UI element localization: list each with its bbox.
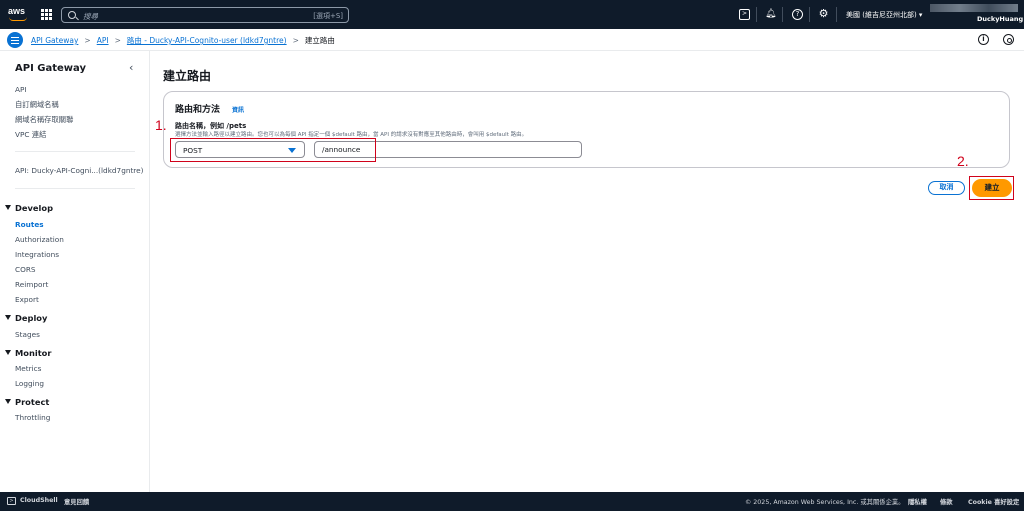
search-input[interactable]: 搜尋 [選項+S] <box>61 7 349 23</box>
breadcrumb: API Gateway > API > 路由 - Ducky-API-Cogni… <box>31 35 335 46</box>
sidebar-item-reimport[interactable]: Reimport <box>15 280 48 289</box>
search-placeholder: 搜尋 <box>83 12 98 21</box>
breadcrumb-api[interactable]: API <box>97 36 109 45</box>
sidebar-section-monitor[interactable]: Monitor <box>5 348 51 358</box>
sidebar-section-protect[interactable]: Protect <box>5 397 49 407</box>
cloudshell-icon[interactable]: > <box>739 9 750 20</box>
sidebar-item-stages[interactable]: Stages <box>15 330 40 339</box>
bell-icon[interactable]: 🔔︎ <box>765 9 776 20</box>
sidebar-item-export[interactable]: Export <box>15 295 39 304</box>
info-icon[interactable]: i <box>978 34 989 45</box>
card-heading: 路由和方法 <box>175 105 221 115</box>
sidebar-item-domain-access[interactable]: 網域名稱存取關聯 <box>15 115 73 125</box>
settings-icon[interactable] <box>1003 34 1014 45</box>
sidebar: API Gateway ‹ API 自訂網域名稱 網域名稱存取關聯 VPC 連結… <box>0 51 150 492</box>
sidebar-item-integrations[interactable]: Integrations <box>15 250 59 259</box>
cookie-preferences-link[interactable]: Cookie 喜好設定 <box>968 497 1019 506</box>
collapse-icon[interactable]: ‹ <box>129 61 133 74</box>
aws-logo[interactable]: aws <box>8 6 30 22</box>
info-link[interactable]: 資訊 <box>232 105 244 114</box>
sidebar-section-develop[interactable]: Develop <box>5 203 53 213</box>
apps-grid-icon[interactable] <box>41 9 52 20</box>
cloudshell-link[interactable]: CloudShell <box>20 497 58 504</box>
sidebar-item-cors[interactable]: CORS <box>15 265 36 274</box>
sidebar-item-logging[interactable]: Logging <box>15 379 44 388</box>
annotation-step-1: 1. <box>155 117 167 133</box>
sidebar-item-authorization[interactable]: Authorization <box>15 235 64 244</box>
aws-logo-text: aws <box>8 6 26 16</box>
sidebar-item-api-selected[interactable]: API: Ducky-API-Cogni...(ldkd7gntre) <box>15 166 143 175</box>
chevron-right-icon: > <box>114 36 121 45</box>
sidebar-section-deploy[interactable]: Deploy <box>5 313 47 323</box>
sidebar-item-custom-domains[interactable]: 自訂網域名稱 <box>15 100 59 110</box>
breadcrumb-routes[interactable]: 路由 - Ducky-API-Cognito-user (ldkd7gntre) <box>127 35 287 46</box>
help-icon[interactable]: ? <box>792 9 803 20</box>
chevron-down-icon: ▾ <box>918 11 923 19</box>
privacy-link[interactable]: 隱私權 <box>908 497 927 506</box>
search-icon <box>68 11 76 19</box>
cancel-button[interactable]: 取消 <box>928 181 965 195</box>
gear-icon[interactable]: ⚙︎ <box>818 8 829 20</box>
annotation-step-2: 2. <box>957 153 969 169</box>
region-selector[interactable]: 美國 (維吉尼亞州北部) ▾ <box>846 10 922 20</box>
search-shortcut: [選項+S] <box>313 12 343 20</box>
breadcrumb-current: 建立路由 <box>304 36 335 45</box>
route-name-description: 選擇方法並輸入路徑以建立路由。您也可以為每個 API 指定一個 $default… <box>175 132 528 138</box>
cloudshell-icon[interactable]: > <box>7 497 16 505</box>
account-name[interactable]: DuckyHuang <box>977 15 1023 23</box>
terms-link[interactable]: 條款 <box>940 497 953 506</box>
sidebar-item-routes[interactable]: Routes <box>15 220 44 229</box>
feedback-link[interactable]: 意見回饋 <box>64 497 89 506</box>
copyright-text: © 2025, Amazon Web Services, Inc. 或其關係企業… <box>745 499 905 506</box>
create-button[interactable]: 建立 <box>972 179 1012 197</box>
sidebar-item-api[interactable]: API <box>15 85 27 94</box>
sidebar-title[interactable]: API Gateway <box>15 63 86 74</box>
annotation-box-1 <box>170 138 376 162</box>
breadcrumb-api-gateway[interactable]: API Gateway <box>31 36 78 45</box>
sidebar-item-vpc-links[interactable]: VPC 連結 <box>15 130 46 140</box>
account-id-redacted <box>930 4 1018 12</box>
sidebar-item-metrics[interactable]: Metrics <box>15 364 42 373</box>
sidebar-item-throttling[interactable]: Throttling <box>15 413 50 422</box>
breadcrumb-bar: API Gateway > API > 路由 - Ducky-API-Cogni… <box>0 29 1024 51</box>
menu-icon[interactable] <box>7 32 23 48</box>
top-navigation: aws 搜尋 [選項+S] > 🔔︎ ? ⚙︎ 美國 (維吉尼亞州北部) ▾ D… <box>0 0 1024 29</box>
footer: > CloudShell 意見回饋 © 2025, Amazon Web Ser… <box>0 492 1024 511</box>
chevron-right-icon: > <box>292 36 299 45</box>
page-title: 建立路由 <box>163 69 212 83</box>
chevron-right-icon: > <box>84 36 91 45</box>
region-label: 美國 (維吉尼亞州北部) <box>846 11 917 19</box>
